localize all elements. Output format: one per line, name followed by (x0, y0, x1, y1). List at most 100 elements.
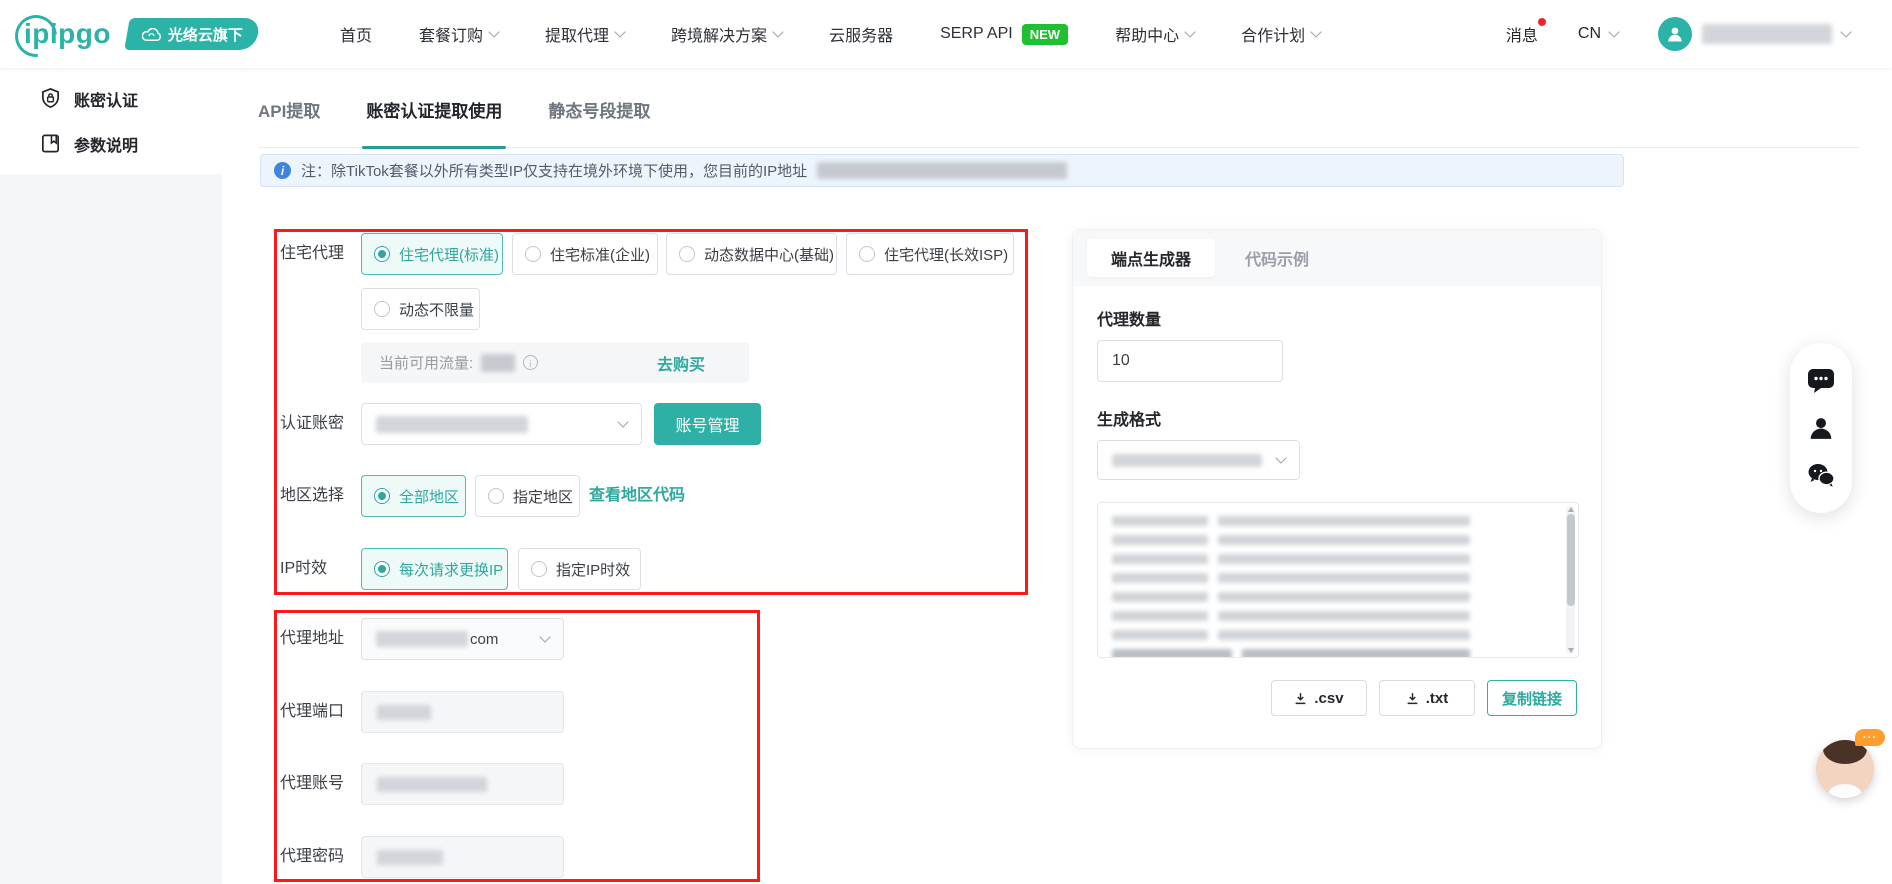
redacted-proxy-password (377, 850, 443, 865)
nav-item-cross-border[interactable]: 跨境解决方案 (671, 22, 782, 46)
contact-person-icon[interactable] (1806, 413, 1836, 443)
tab-account-auth-usage[interactable]: 账密认证提取使用 (366, 97, 502, 147)
tab-static-range[interactable]: 静态号段提取 (548, 97, 650, 147)
radio-selected-icon (374, 246, 390, 262)
redacted-traffic-value (481, 354, 515, 372)
nav-item-home[interactable]: 首页 (340, 22, 372, 46)
brand-logo[interactable]: ipipgo 光络云旗下 (24, 18, 258, 50)
endpoint-generator-panel: 端点生成器 代码示例 代理数量 生成格式 (1072, 229, 1602, 749)
nav-item-cloud-server[interactable]: 云服务器 (829, 22, 893, 46)
option-rotate-per-request[interactable]: 每次请求更换IP (361, 548, 508, 590)
chevron-down-icon (617, 416, 628, 427)
chevron-down-icon (772, 26, 783, 37)
region-code-link[interactable]: 查看地区代码 (589, 475, 685, 517)
redacted-port (377, 705, 431, 720)
redacted-endpoint-line (1112, 516, 1552, 526)
sidebar-item-account-auth[interactable]: 账密认证 (0, 76, 222, 121)
tab-api-extract[interactable]: API提取 (258, 97, 320, 147)
buy-link[interactable]: 去购买 (657, 351, 705, 375)
export-buttons: .csv .txt 复制链接 (1097, 680, 1577, 716)
header-right: 消息 CN (1506, 17, 1850, 51)
download-txt-button[interactable]: .txt (1379, 680, 1475, 716)
redacted-username (1702, 24, 1832, 44)
option-residential-isp[interactable]: 住宅代理(长效ISP) (846, 233, 1014, 275)
chevron-down-icon (1840, 26, 1851, 37)
tab-endpoint-generator[interactable]: 端点生成器 (1087, 239, 1215, 277)
field-label-proxy-port: 代理端口 (280, 691, 344, 733)
nav-item-partner-program[interactable]: 合作计划 (1241, 22, 1320, 46)
option-dynamic-datacenter[interactable]: 动态数据中心(基础) (666, 233, 837, 275)
traffic-label: 当前可用流量: (379, 352, 473, 373)
top-nav-bar: ipipgo 光络云旗下 首页 套餐订购 提取代理 跨境解决方案 云服务器 SE… (0, 0, 1892, 68)
info-circle-icon (523, 355, 538, 370)
customer-service-avatar[interactable] (1816, 740, 1874, 798)
language-selector[interactable]: CN (1578, 25, 1618, 43)
redacted-endpoint-line (1112, 649, 1552, 658)
redacted-proxy-account (377, 777, 487, 792)
scroll-up-icon[interactable] (1568, 507, 1574, 512)
option-fixed-duration[interactable]: 指定IP时效 (518, 548, 641, 590)
field-label-proxy-address: 代理地址 (280, 618, 344, 660)
chevron-down-icon (539, 631, 550, 642)
main-content: API提取 账密认证提取使用 静态号段提取 注：除TikTok套餐以外所有类型I… (222, 68, 1892, 884)
radio-selected-icon (374, 561, 390, 577)
redacted-host (376, 631, 468, 647)
scroll-down-icon[interactable] (1568, 648, 1574, 653)
radio-icon (374, 301, 390, 317)
quantity-label: 代理数量 (1097, 306, 1577, 330)
auth-account-select[interactable] (361, 403, 642, 445)
host-suffix: com (470, 631, 498, 648)
generated-endpoints-box[interactable] (1097, 502, 1579, 658)
notice-banner: 注：除TikTok套餐以外所有类型IP仅支持在境外环境下使用，您目前的IP地址 (260, 154, 1624, 187)
field-label-proxy-password: 代理密码 (280, 836, 344, 878)
proxy-port-input[interactable] (361, 691, 564, 733)
nav-item-plans[interactable]: 套餐订购 (419, 22, 498, 46)
redacted-endpoint-line (1112, 630, 1552, 640)
main-nav: 首页 套餐订购 提取代理 跨境解决方案 云服务器 SERP APINEW 帮助中… (340, 22, 1320, 46)
quantity-input[interactable] (1097, 340, 1283, 382)
download-icon (1406, 692, 1419, 705)
scrollbar[interactable] (1566, 506, 1575, 654)
brand-sub-badge: 光络云旗下 (124, 18, 261, 50)
account-manage-button[interactable]: 账号管理 (654, 403, 761, 445)
tab-code-sample[interactable]: 代码示例 (1245, 246, 1309, 270)
shield-lock-icon (40, 88, 61, 109)
redacted-endpoint-line (1112, 535, 1552, 545)
field-label-ip-duration: IP时效 (280, 548, 327, 590)
option-residential-standard[interactable]: 住宅代理(标准) (361, 233, 503, 275)
radio-icon (679, 246, 695, 262)
copy-link-button[interactable]: 复制链接 (1487, 680, 1577, 716)
page: { "header": { "logo_text": "ipipgo", "lo… (0, 0, 1892, 884)
generator-body: 代理数量 生成格式 (1073, 286, 1601, 716)
format-select[interactable] (1097, 440, 1300, 480)
redacted-endpoint-line (1112, 554, 1552, 564)
notice-text: 注：除TikTok套餐以外所有类型IP仅支持在境外环境下使用，您目前的IP地址 (301, 160, 807, 181)
wechat-icon[interactable] (1806, 460, 1836, 490)
option-specified-region[interactable]: 指定地区 (475, 475, 580, 517)
proxy-password-input[interactable] (361, 836, 564, 878)
field-label-proxy-account: 代理账号 (280, 763, 344, 805)
chevron-down-icon (614, 26, 625, 37)
messages-link[interactable]: 消息 (1506, 22, 1538, 46)
cloud-icon (142, 28, 161, 41)
option-residential-enterprise[interactable]: 住宅标准(企业) (512, 233, 658, 275)
new-badge: NEW (1022, 24, 1068, 45)
generator-tabs: 端点生成器 代码示例 (1073, 230, 1601, 286)
user-avatar (1658, 17, 1692, 51)
nav-item-extract-proxy[interactable]: 提取代理 (545, 22, 624, 46)
user-menu[interactable] (1658, 17, 1850, 51)
chat-icon[interactable] (1806, 366, 1836, 396)
redacted-endpoint-line (1112, 611, 1552, 621)
nav-item-serp-api[interactable]: SERP APINEW (940, 24, 1068, 45)
proxy-address-select[interactable]: com (361, 618, 564, 660)
proxy-account-input[interactable] (361, 763, 564, 805)
sidebar-item-parameter-docs[interactable]: 参数说明 (0, 121, 222, 166)
option-all-regions[interactable]: 全部地区 (361, 475, 466, 517)
nav-item-help-center[interactable]: 帮助中心 (1115, 22, 1194, 46)
redacted-endpoint-line (1112, 592, 1552, 602)
scrollbar-thumb[interactable] (1567, 514, 1575, 606)
chevron-down-icon (1275, 452, 1286, 463)
download-csv-button[interactable]: .csv (1271, 680, 1367, 716)
option-dynamic-unlimited[interactable]: 动态不限量 (361, 288, 480, 330)
floating-contact-widget (1790, 343, 1852, 513)
